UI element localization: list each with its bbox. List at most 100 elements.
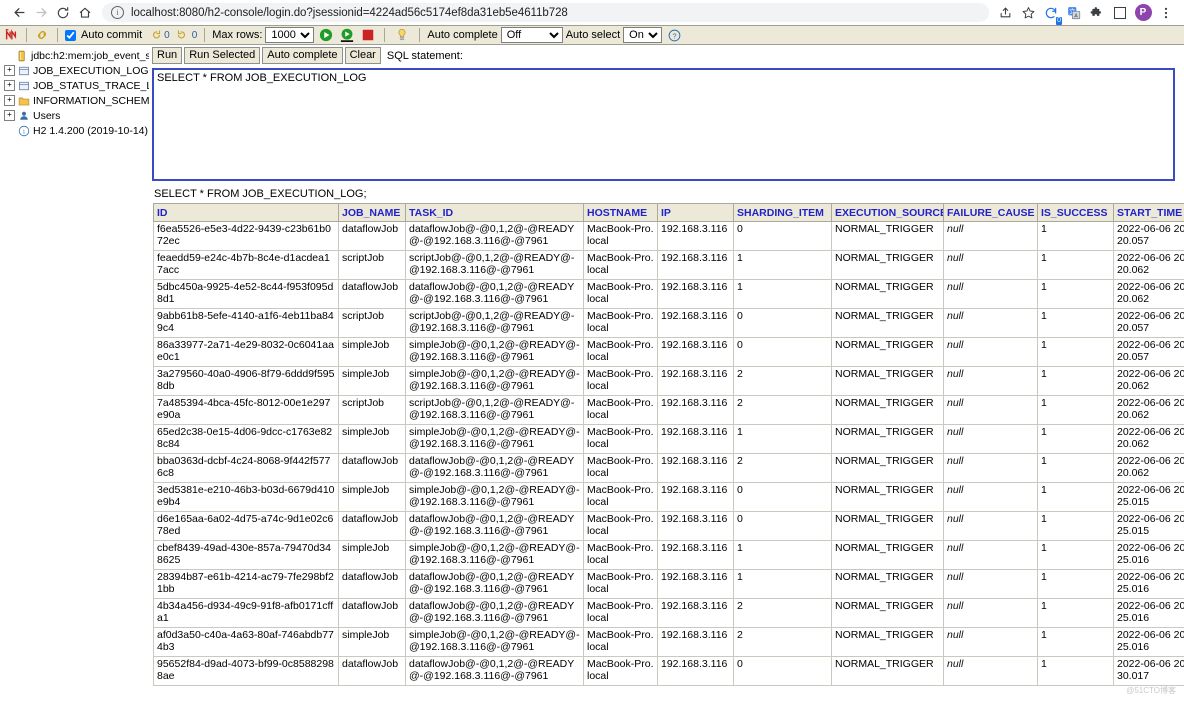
cell-id: 28394b87-e61b-4214-ac79-7fe298bf21bb [154,570,339,599]
share-icon[interactable] [995,3,1015,23]
table-row[interactable]: 3a279560-40a0-4906-8f79-6ddd9f5958dbsimp… [154,367,1184,396]
column-header-ip[interactable]: IP [658,204,734,222]
column-header-task-id[interactable]: TASK_ID [406,204,584,222]
cell-is-success: 1 [1038,657,1114,686]
toolbar-divider [384,28,385,42]
column-header-sharding-item[interactable]: SHARDING_ITEM [734,204,832,222]
address-bar[interactable]: i localhost:8080/h2-console/login.do?jse… [102,3,989,22]
run-selected-button[interactable]: Run Selected [184,47,260,64]
tree-item-connection[interactable]: + jdbc:h2:mem:job_event_storage [2,48,147,63]
sql-editor[interactable] [152,68,1175,181]
help-question-icon[interactable]: ? [665,29,683,42]
cell-execution-source: NORMAL_TRIGGER [832,599,944,628]
table-row[interactable]: 4b34a456-d934-49c9-91f8-afb0171cffa1data… [154,599,1184,628]
cell-id: 3a279560-40a0-4906-8f79-6ddd9f5958db [154,367,339,396]
rollback-icon[interactable] [177,29,189,41]
star-icon[interactable] [1018,3,1038,23]
cell-sharding-item: 0 [734,222,832,251]
table-row[interactable]: af0d3a50-c40a-4a63-80af-746abdb774b3simp… [154,628,1184,657]
sql-button-bar: Run Run Selected Auto complete Clear SQL… [149,45,1184,66]
cell-execution-source: NORMAL_TRIGGER [832,222,944,251]
chain-link-icon[interactable] [34,28,50,42]
column-header-start-time[interactable]: START_TIME [1114,204,1184,222]
sidebar-item-label: JOB_STATUS_TRACE_LOG [33,80,149,92]
cell-hostname: MacBook-Pro.local [584,367,658,396]
translate-icon[interactable]: 文A [1064,3,1084,23]
cell-sharding-item: 1 [734,541,832,570]
cell-start-time: 2022-06-06 20:28:20.062 [1114,454,1184,483]
table-row[interactable]: feaedd59-e24c-4b7b-8c4e-d1acdea17accscri… [154,251,1184,280]
column-header-is-success[interactable]: IS_SUCCESS [1038,204,1114,222]
auto-complete-button[interactable]: Auto complete [262,47,342,64]
users-icon [18,110,30,122]
table-row[interactable]: 65ed2c38-0e15-4d06-9dcc-c1763e828c84simp… [154,425,1184,454]
sidebar-item-job-status-trace-log[interactable]: + JOB_STATUS_TRACE_LOG [2,78,147,93]
home-icon[interactable] [74,2,96,24]
auto-complete-select[interactable]: Off [501,27,563,43]
cell-ip: 192.168.3.116 [658,396,734,425]
column-header-failure-cause[interactable]: FAILURE_CAUSE [944,204,1038,222]
run-button[interactable]: Run [152,47,182,64]
cell-is-success: 1 [1038,454,1114,483]
run-selected-icon[interactable] [338,28,356,42]
column-header-execution-source[interactable]: EXECUTION_SOURCE [832,204,944,222]
commit-icon[interactable] [149,29,161,41]
cell-sharding-item: 2 [734,454,832,483]
side-panel-icon[interactable] [1110,3,1130,23]
lightbulb-icon[interactable] [392,28,412,42]
refresh-db-icon[interactable] [3,28,19,42]
table-row[interactable]: d6e165aa-6a02-4d75-a74c-9d1e02c678eddata… [154,512,1184,541]
auto-select-select[interactable]: On [623,27,662,43]
tree-expander[interactable]: + [4,95,15,106]
table-row[interactable]: 9abb61b8-5efe-4140-a1f6-4eb11ba849c4scri… [154,309,1184,338]
three-dot-menu-icon[interactable] [1156,3,1176,23]
auto-commit-checkbox[interactable] [65,30,76,41]
avatar-initial: P [1135,4,1152,21]
tree-expander[interactable]: + [4,110,15,121]
tree-item-version[interactable]: + i H2 1.4.200 (2019-10-14) [2,123,147,138]
cell-sharding-item: 0 [734,483,832,512]
max-rows-select[interactable]: 1000 [265,27,314,43]
site-info-icon[interactable]: i [111,6,124,19]
sidebar-item-label: Users [33,110,60,122]
cell-task-id: simpleJob@-@0,1,2@-@READY@-@192.168.3.11… [406,425,584,454]
table-row[interactable]: 86a33977-2a71-4e29-8032-0c6041aae0c1simp… [154,338,1184,367]
puzzle-icon[interactable] [1087,3,1107,23]
column-header-id[interactable]: ID [154,204,339,222]
table-row[interactable]: 7a485394-4bca-45fc-8012-00e1e297e90ascri… [154,396,1184,425]
table-row[interactable]: 95652f84-d9ad-4073-bf99-0c85882988aedata… [154,657,1184,686]
tree-expander[interactable]: + [4,65,15,76]
sidebar-item-users[interactable]: + Users [2,108,147,123]
table-row[interactable]: 5dbc450a-9925-4e52-8c44-f953f095d8d1data… [154,280,1184,309]
cell-is-success: 1 [1038,628,1114,657]
cell-ip: 192.168.3.116 [658,570,734,599]
avatar[interactable]: P [1133,3,1153,23]
cell-job-name: simpleJob [339,483,406,512]
tab-group-icon[interactable]: 0 [1041,3,1061,23]
cell-task-id: dataflowJob@-@0,1,2@-@READY@-@192.168.3.… [406,454,584,483]
cell-ip: 192.168.3.116 [658,222,734,251]
cell-id: d6e165aa-6a02-4d75-a74c-9d1e02c678ed [154,512,339,541]
auto-commit-label: Auto commit [81,29,142,41]
cell-execution-source: NORMAL_TRIGGER [832,628,944,657]
reload-icon[interactable] [52,2,74,24]
sidebar-item-information-schema[interactable]: + INFORMATION_SCHEMA [2,93,147,108]
table-row[interactable]: 3ed5381e-e210-46b3-b03d-6679d410e9b4simp… [154,483,1184,512]
run-green-play-icon[interactable] [317,28,335,42]
cell-hostname: MacBook-Pro.local [584,599,658,628]
table-row[interactable]: cbef8439-49ad-430e-857a-79470d348625simp… [154,541,1184,570]
cell-start-time: 2022-06-06 20:28:25.015 [1114,483,1184,512]
cell-job-name: scriptJob [339,396,406,425]
forward-arrow-icon[interactable] [30,2,52,24]
sidebar-item-job-execution-log[interactable]: + JOB_EXECUTION_LOG [2,63,147,78]
back-arrow-icon[interactable] [8,2,30,24]
table-row[interactable]: f6ea5526-e5e3-4d22-9439-c23b61b072ecdata… [154,222,1184,251]
column-header-job-name[interactable]: JOB_NAME [339,204,406,222]
column-header-hostname[interactable]: HOSTNAME [584,204,658,222]
tree-expander[interactable]: + [4,80,15,91]
table-row[interactable]: bba0363d-dcbf-4c24-8068-9f442f5776c8data… [154,454,1184,483]
cell-ip: 192.168.3.116 [658,628,734,657]
stop-red-square-icon[interactable] [359,29,377,41]
table-row[interactable]: 28394b87-e61b-4214-ac79-7fe298bf21bbdata… [154,570,1184,599]
clear-button[interactable]: Clear [345,47,381,64]
